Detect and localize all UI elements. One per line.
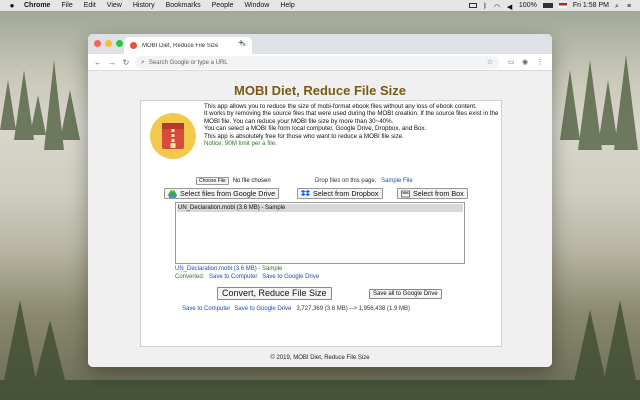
app-description: This app allows you to reduce the size o… (204, 103, 499, 147)
bluetooth-icon[interactable]: ᛒ (483, 3, 488, 10)
mac-menubar: ● Chrome File Edit View History Bookmark… (0, 0, 640, 11)
select-box-button[interactable]: Select from Box (397, 188, 468, 199)
menu-edit[interactable]: Edit (84, 2, 96, 9)
address-bar[interactable]: ⌕ Search Google or type a URL ☆ (135, 56, 499, 69)
profile-avatar-icon[interactable]: ◉ (520, 57, 530, 68)
menubar-clock[interactable]: Fri 1:58 PM (573, 2, 609, 9)
apple-menu-icon[interactable]: ● (8, 1, 16, 10)
page-footer: © 2019, MOBI Diet, Reduce File Size (270, 355, 370, 361)
forward-arrow-icon[interactable]: → (107, 57, 117, 68)
menu-help[interactable]: Help (280, 2, 294, 9)
maximize-window-button[interactable] (116, 40, 123, 47)
close-window-button[interactable] (94, 40, 101, 47)
dropbox-icon (301, 189, 310, 196)
save-to-google-drive-link[interactable]: Save to Google Drive (234, 306, 291, 312)
sample-file-link[interactable]: Sample File (381, 178, 413, 184)
no-file-chosen-text: No file chosen (232, 178, 271, 184)
file-list[interactable]: UN_Declaration.mobi (3.6 MB) - Sample (175, 202, 465, 264)
zip-box-logo-icon (150, 113, 196, 159)
screen-icon[interactable] (468, 3, 477, 8)
menu-bookmarks[interactable]: Bookmarks (166, 2, 201, 9)
notice-text: Notice: 90M limit per a file. (204, 140, 277, 148)
minimize-window-button[interactable] (105, 40, 112, 47)
menu-view[interactable]: View (107, 2, 122, 9)
box-button-label: Select from Box (413, 189, 464, 198)
page-content: MOBI Diet, Reduce File Size This app all… (88, 71, 552, 367)
dropbox-button-label: Select from Dropbox (313, 189, 379, 198)
drop-files-text: Drop files on this page. (315, 178, 377, 184)
menu-file[interactable]: File (61, 2, 72, 9)
page-title: MOBI Diet, Reduce File Size (234, 83, 406, 98)
menubar-status-area: ᛒ ◠ ◀ 100% Fri 1:58 PM ⌕ ≡ (468, 0, 634, 11)
wifi-icon[interactable]: ◠ (494, 3, 501, 11)
bookmark-star-icon[interactable]: ☆ (487, 58, 493, 66)
menu-people[interactable]: People (212, 2, 234, 9)
new-tab-button[interactable]: + (235, 38, 247, 49)
file-info-name: UN_Declaration.mobi (3.6 MB) (175, 266, 257, 272)
description-line: You can select a MOBI file form local co… (204, 125, 427, 133)
tab-mobi-diet[interactable]: MOBI Diet, Reduce File Size × (124, 37, 252, 54)
choose-file-button[interactable]: Choose File (196, 177, 229, 185)
google-drive-button-label: Select files from Google Drive (180, 189, 276, 198)
tab-title: MOBI Diet, Reduce File Size (142, 42, 219, 49)
window-controls (94, 40, 123, 47)
address-placeholder: Search Google or type a URL (148, 59, 228, 66)
tab-strip: MOBI Diet, Reduce File Size × + (88, 34, 552, 54)
volume-icon[interactable]: ◀ (507, 3, 513, 11)
file-info-suffix: - Sample (256, 266, 283, 272)
favicon-icon (130, 42, 137, 49)
size-result-text: 3,727,369 (3.6 MB) --> 1,956,438 (1.9 MB… (296, 306, 410, 312)
description-line: It works by removing the source files th… (204, 110, 499, 125)
menu-window[interactable]: Window (244, 2, 269, 9)
select-dropbox-button[interactable]: Select from Dropbox (297, 188, 383, 199)
extension-icon[interactable]: ▭ (506, 57, 516, 68)
kebab-menu-icon[interactable]: ⋮ (535, 57, 545, 68)
box-icon (401, 190, 410, 197)
convert-button[interactable]: Convert, Reduce File Size (217, 287, 332, 300)
browser-toolbar: ← → ↻ ⌕ Search Google or type a URL ☆ ▭ … (88, 54, 552, 71)
menu-list-icon[interactable]: ≡ (627, 3, 634, 10)
result-row: Save to Computer Save to Google Drive 3,72… (182, 306, 410, 312)
battery-percent: 100% (518, 2, 537, 9)
file-info: UN_Declaration.mobi (3.6 MB) - Sample (175, 266, 282, 272)
battery-icon[interactable] (542, 3, 553, 8)
drop-hint: Drop files on this page. Sample File (315, 178, 413, 184)
browser-window: MOBI Diet, Reduce File Size × + ← → ↻ ⌕ … (88, 34, 552, 367)
google-drive-icon (168, 189, 177, 198)
save-to-computer-link[interactable]: Save to Computer (182, 306, 230, 312)
list-item[interactable]: UN_Declaration.mobi (3.6 MB) - Sample (177, 204, 463, 212)
converted-save-to-google-drive-link[interactable]: Save to Google Drive (262, 274, 319, 280)
menu-app-name[interactable]: Chrome (24, 2, 50, 9)
save-all-google-drive-button[interactable]: Save all to Google Drive (369, 289, 442, 299)
reload-icon[interactable]: ↻ (121, 57, 131, 68)
description-line: This app is absolutely free for those wh… (204, 132, 404, 140)
flag-icon[interactable] (558, 3, 567, 8)
search-icon: ⌕ (141, 58, 145, 66)
file-input-row: Choose File No file chosen (196, 177, 271, 185)
converted-row: Converted: Save to Computer Save to Goog… (175, 274, 319, 280)
menu-history[interactable]: History (133, 2, 155, 9)
main-panel: This app allows you to reduce the size o… (140, 100, 502, 347)
back-arrow-icon[interactable]: ← (93, 57, 103, 68)
converted-save-to-computer-link[interactable]: Save to Computer (209, 274, 257, 280)
search-icon[interactable]: ⌕ (615, 3, 621, 10)
description-line: This app allows you to reduce the size o… (204, 103, 477, 110)
select-google-drive-button[interactable]: Select files from Google Drive (164, 188, 280, 199)
converted-label: Converted: (175, 274, 205, 280)
